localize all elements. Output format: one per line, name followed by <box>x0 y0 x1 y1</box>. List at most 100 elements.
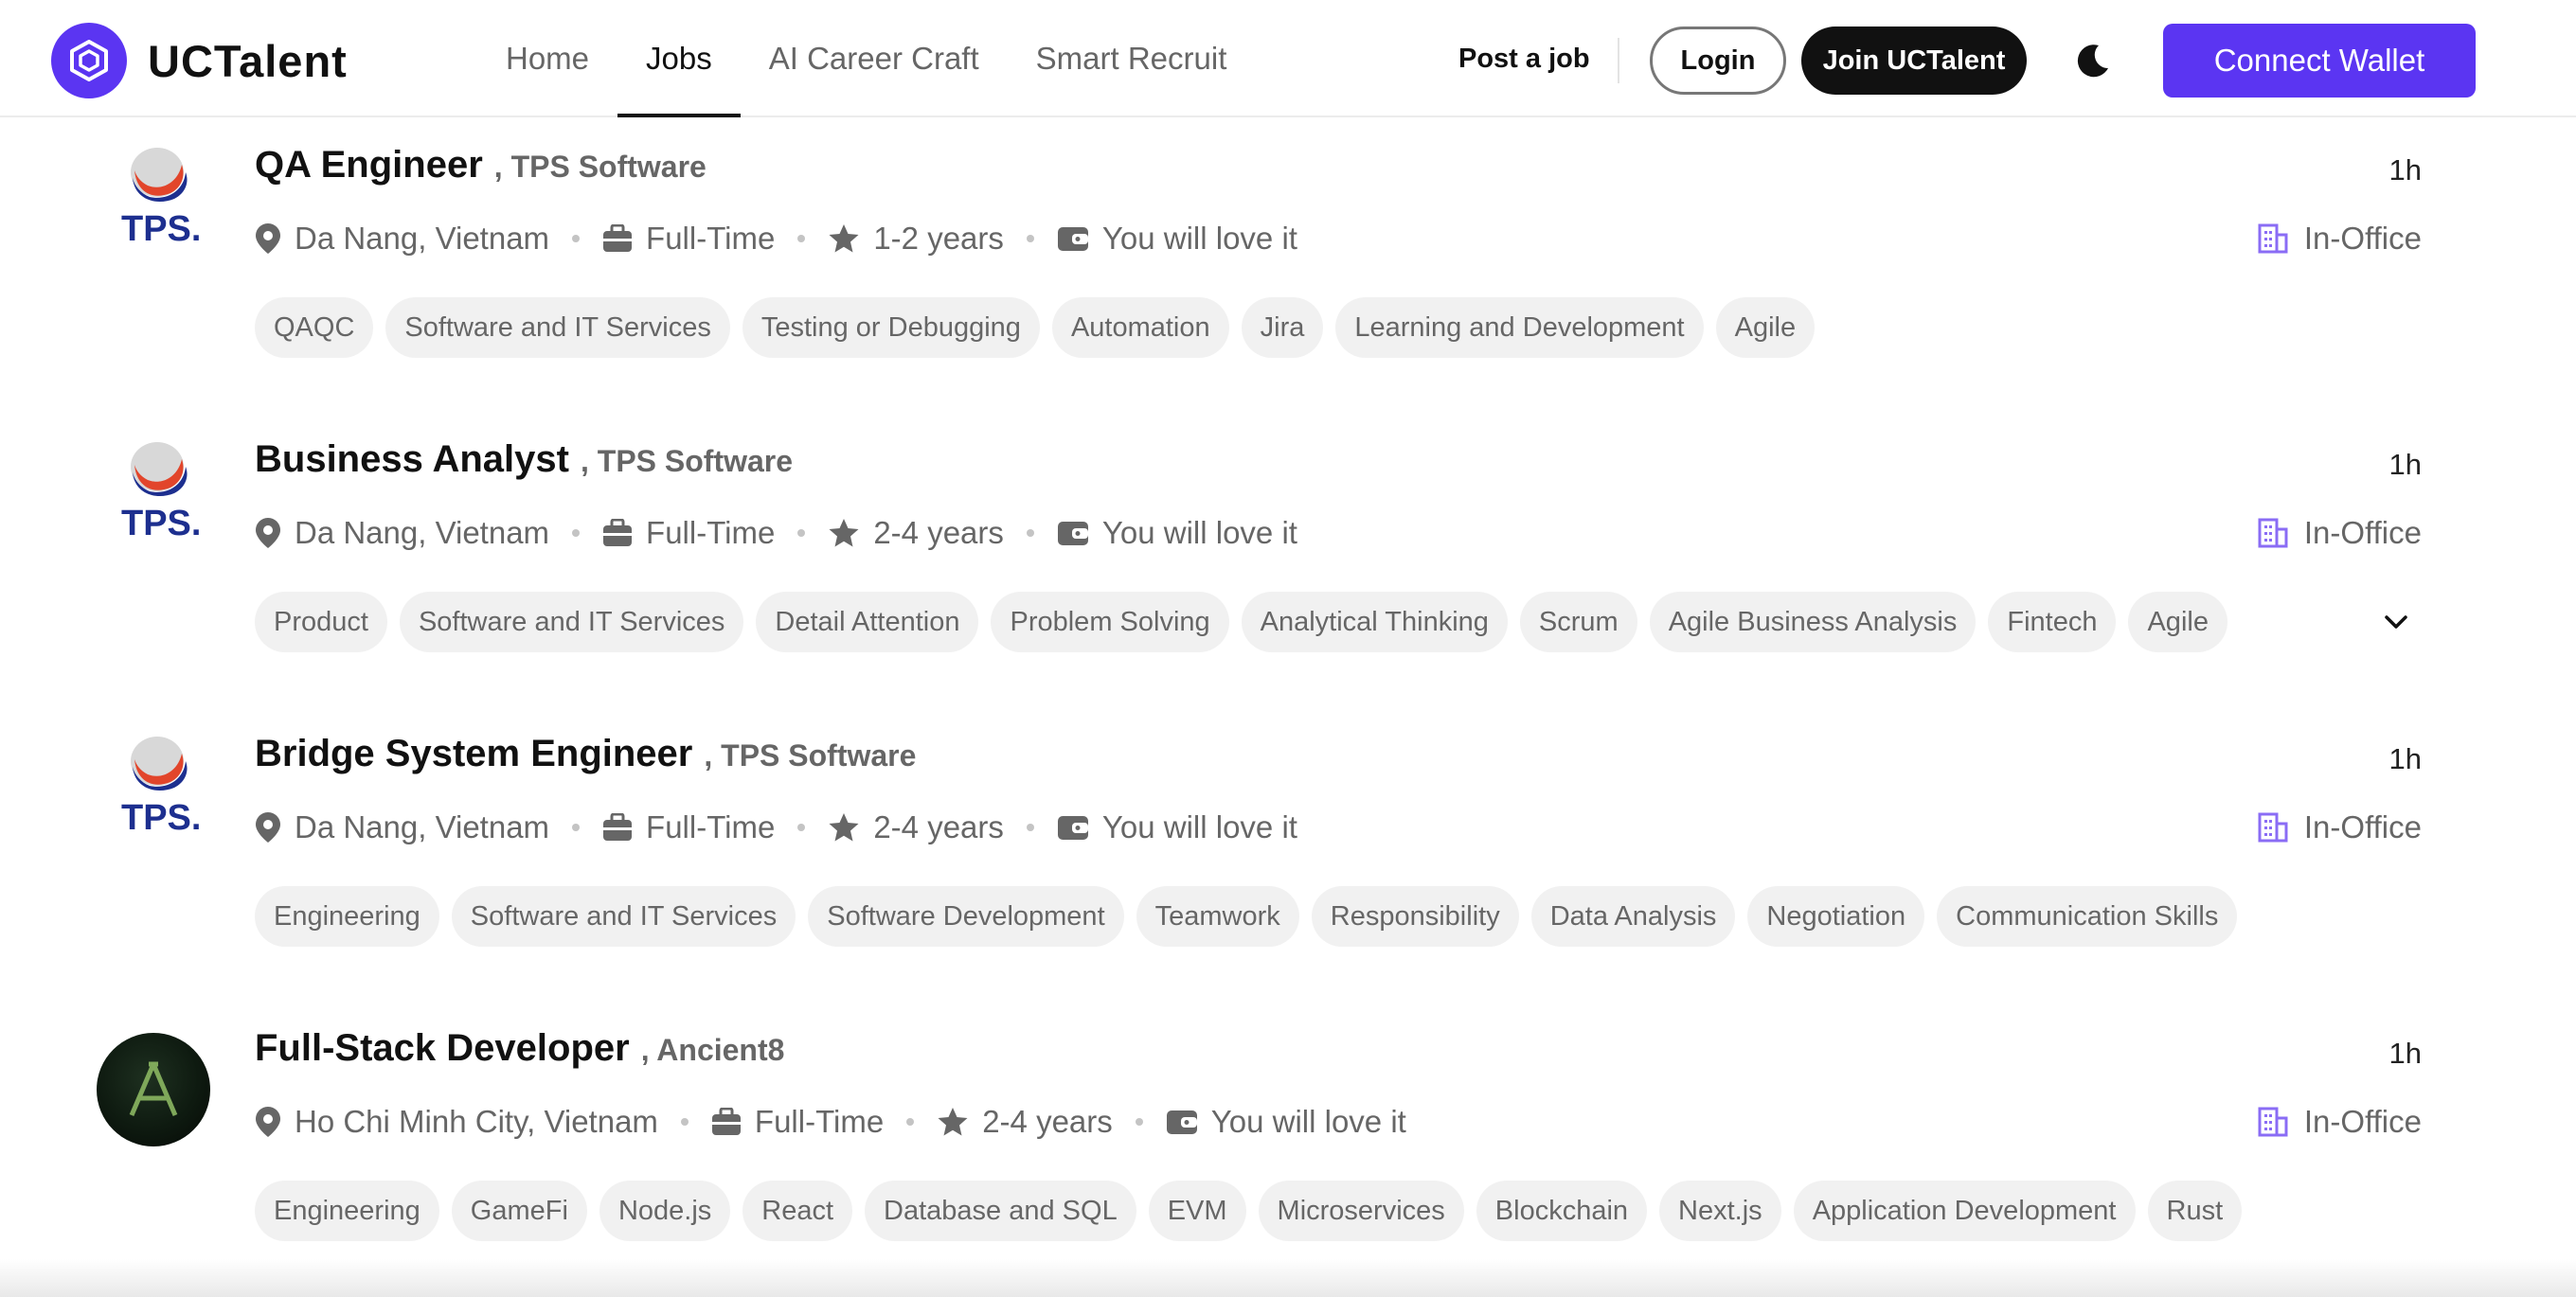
job-salary: You will love it <box>1166 1104 1406 1140</box>
job-salary: You will love it <box>1057 515 1297 551</box>
skill-tag[interactable]: Jira <box>1241 297 1324 358</box>
moon-icon[interactable] <box>2074 42 2112 80</box>
skill-tag[interactable]: Communication Skills <box>1937 886 2238 947</box>
header-divider <box>1618 38 1619 83</box>
skill-tag[interactable]: Testing or Debugging <box>742 297 1040 358</box>
nav-jobs[interactable]: Jobs <box>617 0 741 117</box>
nav-home[interactable]: Home <box>477 0 617 117</box>
skill-tags: Product Software and IT Services Detail … <box>255 592 2240 652</box>
work-mode: In-Office <box>2257 214 2422 263</box>
svg-text:TPS.: TPS. <box>121 798 201 837</box>
join-button[interactable]: Join UCTalent <box>1801 27 2027 95</box>
nav-ai-career-craft[interactable]: AI Career Craft <box>741 0 1008 117</box>
skill-tag[interactable]: Detail Attention <box>756 592 979 652</box>
wallet-icon <box>1166 1110 1197 1134</box>
job-meta: Da Nang, Vietnam Full-Time 1-2 years You… <box>255 214 1297 263</box>
job-experience: 2-4 years <box>828 515 1004 551</box>
skill-tag[interactable]: Application Development <box>1793 1181 2136 1241</box>
skill-tag[interactable]: QAQC <box>255 297 374 358</box>
login-button[interactable]: Login <box>1650 27 1786 95</box>
company-name[interactable]: , TPS Software <box>581 444 793 479</box>
skill-tag[interactable]: Engineering <box>255 886 439 947</box>
skill-tag[interactable]: Rust <box>2147 1181 2243 1241</box>
work-mode: In-Office <box>2257 1097 2422 1146</box>
job-card[interactable]: TPS. Bridge System Engineer , TPS Softwa… <box>0 733 2576 1007</box>
briefcase-icon <box>603 813 633 841</box>
skill-tag[interactable]: React <box>742 1181 853 1241</box>
job-title[interactable]: Full-Stack Developer <box>255 1027 630 1070</box>
skill-tag[interactable]: GameFi <box>451 1181 587 1241</box>
job-title-row: QA Engineer , TPS Software <box>255 144 707 201</box>
nav-smart-recruit[interactable]: Smart Recruit <box>1008 0 1256 117</box>
skill-tag[interactable]: Scrum <box>1519 592 1637 652</box>
company-logo: TPS. <box>95 733 212 850</box>
skill-tag[interactable]: Fintech <box>1988 592 2117 652</box>
skill-tag[interactable]: Blockchain <box>1476 1181 1648 1241</box>
briefcase-icon <box>603 519 633 546</box>
star-icon <box>829 813 859 842</box>
job-title[interactable]: QA Engineer <box>255 144 483 187</box>
post-job-link[interactable]: Post a job <box>1458 44 1590 75</box>
connect-wallet-button[interactable]: Connect Wallet <box>2163 24 2476 98</box>
posted-time: 1h <box>2388 742 2422 775</box>
skill-tag[interactable]: Microservices <box>1258 1181 1464 1241</box>
company-name[interactable]: , Ancient8 <box>641 1033 785 1068</box>
location-pin-icon <box>256 223 280 254</box>
job-experience: 2-4 years <box>937 1104 1113 1140</box>
skill-tag[interactable]: EVM <box>1148 1181 1246 1241</box>
skill-tag[interactable]: Software and IT Services <box>451 886 796 947</box>
job-title[interactable]: Business Analyst <box>255 438 569 481</box>
skill-tag[interactable]: Engineering <box>255 1181 439 1241</box>
company-logo: TPS. <box>95 144 212 261</box>
skill-tag[interactable]: Agile Business Analysis <box>1649 592 1977 652</box>
brand[interactable]: UCTalent <box>51 23 348 98</box>
job-type: Full-Time <box>602 809 775 845</box>
job-location: Da Nang, Vietnam <box>255 809 549 845</box>
brand-name: UCTalent <box>148 35 348 86</box>
location-pin-icon <box>256 1107 280 1137</box>
company-name[interactable]: , TPS Software <box>494 150 707 185</box>
skill-tag[interactable]: Next.js <box>1659 1181 1781 1241</box>
job-location: Da Nang, Vietnam <box>255 515 549 551</box>
skill-tag[interactable]: Agile <box>2128 592 2227 652</box>
skill-tag[interactable]: Software and IT Services <box>385 297 730 358</box>
chevron-down-icon[interactable] <box>2379 605 2413 639</box>
skill-tag[interactable]: Product <box>255 592 387 652</box>
skill-tag[interactable]: Problem Solving <box>991 592 1229 652</box>
job-title[interactable]: Bridge System Engineer <box>255 733 692 775</box>
company-name[interactable]: , TPS Software <box>704 738 916 773</box>
skill-tag[interactable]: Responsibility <box>1311 886 1519 947</box>
wallet-icon <box>1057 816 1088 840</box>
job-type: Full-Time <box>602 515 775 551</box>
skill-tag[interactable]: Negotiation <box>1747 886 1925 947</box>
skill-tag[interactable]: Database and SQL <box>865 1181 1136 1241</box>
location-pin-icon <box>256 518 280 548</box>
building-icon <box>2258 812 2288 843</box>
svg-text:TPS.: TPS. <box>121 504 201 542</box>
job-card[interactable]: TPS. QA Engineer , TPS Software 1h Da Na… <box>0 144 2576 418</box>
bottom-shadow <box>0 1259 2576 1297</box>
skill-tag[interactable]: Teamwork <box>1136 886 1299 947</box>
posted-time: 1h <box>2388 448 2422 481</box>
company-logo: TPS. <box>95 438 212 556</box>
skill-tag[interactable]: Automation <box>1051 297 1229 358</box>
skill-tag[interactable]: Data Analysis <box>1530 886 1736 947</box>
skill-tags: QAQC Software and IT Services Testing or… <box>255 297 1827 358</box>
job-card[interactable]: TPS. Business Analyst , TPS Software 1h … <box>0 438 2576 713</box>
job-meta: Ho Chi Minh City, Vietnam Full-Time 2-4 … <box>255 1097 1406 1146</box>
job-type: Full-Time <box>602 221 775 257</box>
skill-tag[interactable]: Agile <box>1715 297 1816 358</box>
skill-tag[interactable]: Node.js <box>599 1181 731 1241</box>
svg-text:TPS.: TPS. <box>121 209 201 248</box>
job-salary: You will love it <box>1057 809 1297 845</box>
skill-tag[interactable]: Software Development <box>808 886 1124 947</box>
building-icon <box>2258 1107 2288 1137</box>
skill-tag[interactable]: Software and IT Services <box>399 592 744 652</box>
company-logo <box>97 1033 210 1146</box>
job-card[interactable]: Full-Stack Developer , Ancient8 1h Ho Ch… <box>0 1027 2576 1297</box>
skill-tag[interactable]: Learning and Development <box>1335 297 1704 358</box>
work-mode: In-Office <box>2257 508 2422 558</box>
skill-tag[interactable]: Analytical Thinking <box>1241 592 1508 652</box>
briefcase-icon <box>603 224 633 252</box>
top-navbar: UCTalent Home Jobs AI Career Craft Smart… <box>0 0 2576 117</box>
